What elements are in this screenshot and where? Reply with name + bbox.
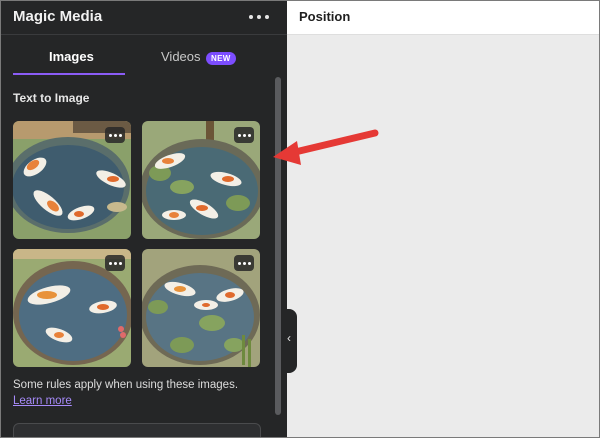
new-badge: NEW — [206, 52, 236, 65]
learn-more-link[interactable]: Learn more — [13, 395, 72, 407]
magic-media-panel: Magic Media Images Videos NEW Text to Im… — [1, 1, 287, 437]
app-window: Magic Media Images Videos NEW Text to Im… — [0, 0, 600, 438]
image-options-button[interactable] — [234, 127, 254, 143]
dot-icon — [265, 15, 269, 19]
rules-text: Some rules apply when using these images… — [13, 379, 239, 391]
koi-pond-image-3[interactable] — [13, 249, 131, 367]
panel-title: Magic Media — [13, 8, 103, 25]
section-title: Text to Image — [13, 91, 90, 105]
tab-images[interactable]: Images — [49, 49, 94, 64]
image-options-button[interactable] — [234, 255, 254, 271]
editor-toolbar: Position — [287, 1, 599, 35]
image-options-button[interactable] — [105, 255, 125, 271]
collapse-panel-button[interactable]: ‹ — [285, 309, 297, 373]
usage-rules-notice: Some rules apply when using these images… — [13, 377, 263, 409]
tab-videos[interactable]: Videos — [161, 49, 201, 64]
image-options-button[interactable] — [105, 127, 125, 143]
position-button[interactable]: Position — [299, 9, 350, 24]
panel-scrollbar[interactable] — [275, 77, 281, 415]
more-options-button[interactable] — [249, 10, 269, 24]
panel-header: Magic Media — [1, 1, 287, 35]
media-tabs: Images Videos NEW — [1, 35, 287, 75]
koi-pond-image-1[interactable] — [13, 121, 131, 239]
koi-pond-image-4[interactable] — [142, 249, 260, 367]
prompt-input[interactable] — [13, 423, 261, 437]
dot-icon — [249, 15, 253, 19]
chevron-left-icon: ‹ — [287, 331, 291, 345]
active-tab-indicator — [13, 73, 125, 75]
dot-icon — [257, 15, 261, 19]
koi-pond-image-2[interactable] — [142, 121, 260, 239]
